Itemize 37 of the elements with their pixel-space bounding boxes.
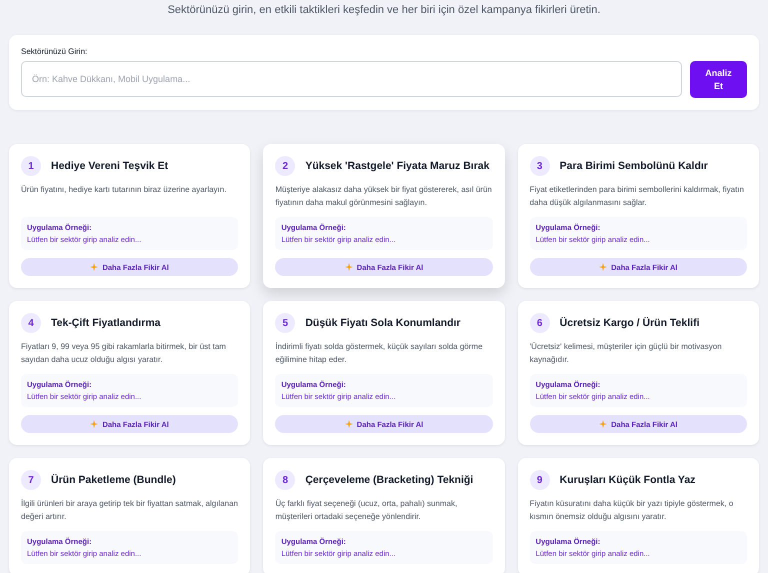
tactic-number: 7 xyxy=(21,470,41,490)
tactic-description: Fiyat etiketlerinden para birimi sembollerini kaldırmak, fiyatın daha düşük algılanmasını sağlar. xyxy=(530,184,745,209)
tactic-number: 5 xyxy=(275,313,296,333)
sector-label: Sektörünüzü Girin: xyxy=(21,47,88,56)
tactic-number: 3 xyxy=(530,156,550,176)
tactic-description: İlgili ürünleri bir araya getirip tek bir fiyattan satmak, algılanan değeri artırır. xyxy=(21,498,238,523)
tactic-description: İndirimli fiyatı solda göstermek, küçük sayıları solda görme eğilimine hitap eder. xyxy=(275,341,484,366)
sparkle-icon xyxy=(344,263,353,271)
tactic-title: Yüksek 'Rastgele' Fiyata Maruz Bırak xyxy=(305,160,490,172)
tactic-number: 9 xyxy=(530,470,550,490)
tactic-title: Çerçeveleme (Bracketing) Tekniği xyxy=(305,474,474,486)
tactic-description: Fiyatları 9, 99 veya 95 gibi rakamlarla bitirmek, bir üst tam sayıdan daha ucuz olduğu algısı yaratır. xyxy=(21,341,227,366)
sparkle-icon xyxy=(344,420,353,428)
tactic-number: 4 xyxy=(21,313,41,333)
tactic-title: Kuruşları Küçük Fontla Yaz xyxy=(560,474,696,486)
tactic-title: Para Birimi Sembolünü Kaldır xyxy=(560,160,708,172)
tactic-number: 2 xyxy=(275,156,296,176)
tactic-title: Hediye Vereni Teşvik Et xyxy=(51,160,168,172)
sparkle-icon xyxy=(90,420,98,428)
tactic-title: Ürün Paketleme (Bundle) xyxy=(51,474,176,486)
tactic-number: 6 xyxy=(530,313,550,333)
sparkle-icon xyxy=(599,420,608,428)
sector-input-field[interactable]: Örn: Kahve Dükkanı, Mobil Uygulama... xyxy=(21,61,682,97)
tactic-description: Ürün fiyatını, hediye kartı tutarının biraz üzerine ayarlayın. xyxy=(21,184,228,196)
tactic-title: Tek-Çift Fiyatlandırma xyxy=(51,317,160,329)
sparkle-icon xyxy=(599,263,608,271)
tactic-description: Müşteriye alakasız daha yüksek bir fiyat göstererek, asıl ürün fiyatının daha makul görünmesini sağlayın. xyxy=(275,184,493,209)
sparkle-icon xyxy=(90,263,98,271)
page-subtitle: Sektörünüzü girin, en etkili taktikleri keşfedin ve her biri için özel kampanya fikirleri üretin. xyxy=(166,4,602,18)
analyze-button[interactable]: Analiz Et xyxy=(690,61,747,98)
tactic-description: Fiyatın küsuratını daha küçük bir yazı tipiyle göstermek, o kısmın önemsiz olduğu algısını yaratır. xyxy=(530,498,734,523)
tactic-description: 'Ücretsiz' kelimesi, müşteriler için güçlü bir motivasyon kaynağıdır. xyxy=(530,341,723,366)
tactic-description: Üç farklı fiyat seçeneği (ucuz, orta, pahalı) sunmak, müşterileri ortadaki seçeneğe yönlendirir. xyxy=(275,498,458,523)
tactic-number: 1 xyxy=(21,156,41,176)
tactic-title: Düşük Fiyatı Sola Konumlandır xyxy=(305,317,461,329)
tactic-title: Ücretsiz Kargo / Ürün Teklifi xyxy=(560,317,700,329)
tactic-number: 8 xyxy=(275,470,296,490)
